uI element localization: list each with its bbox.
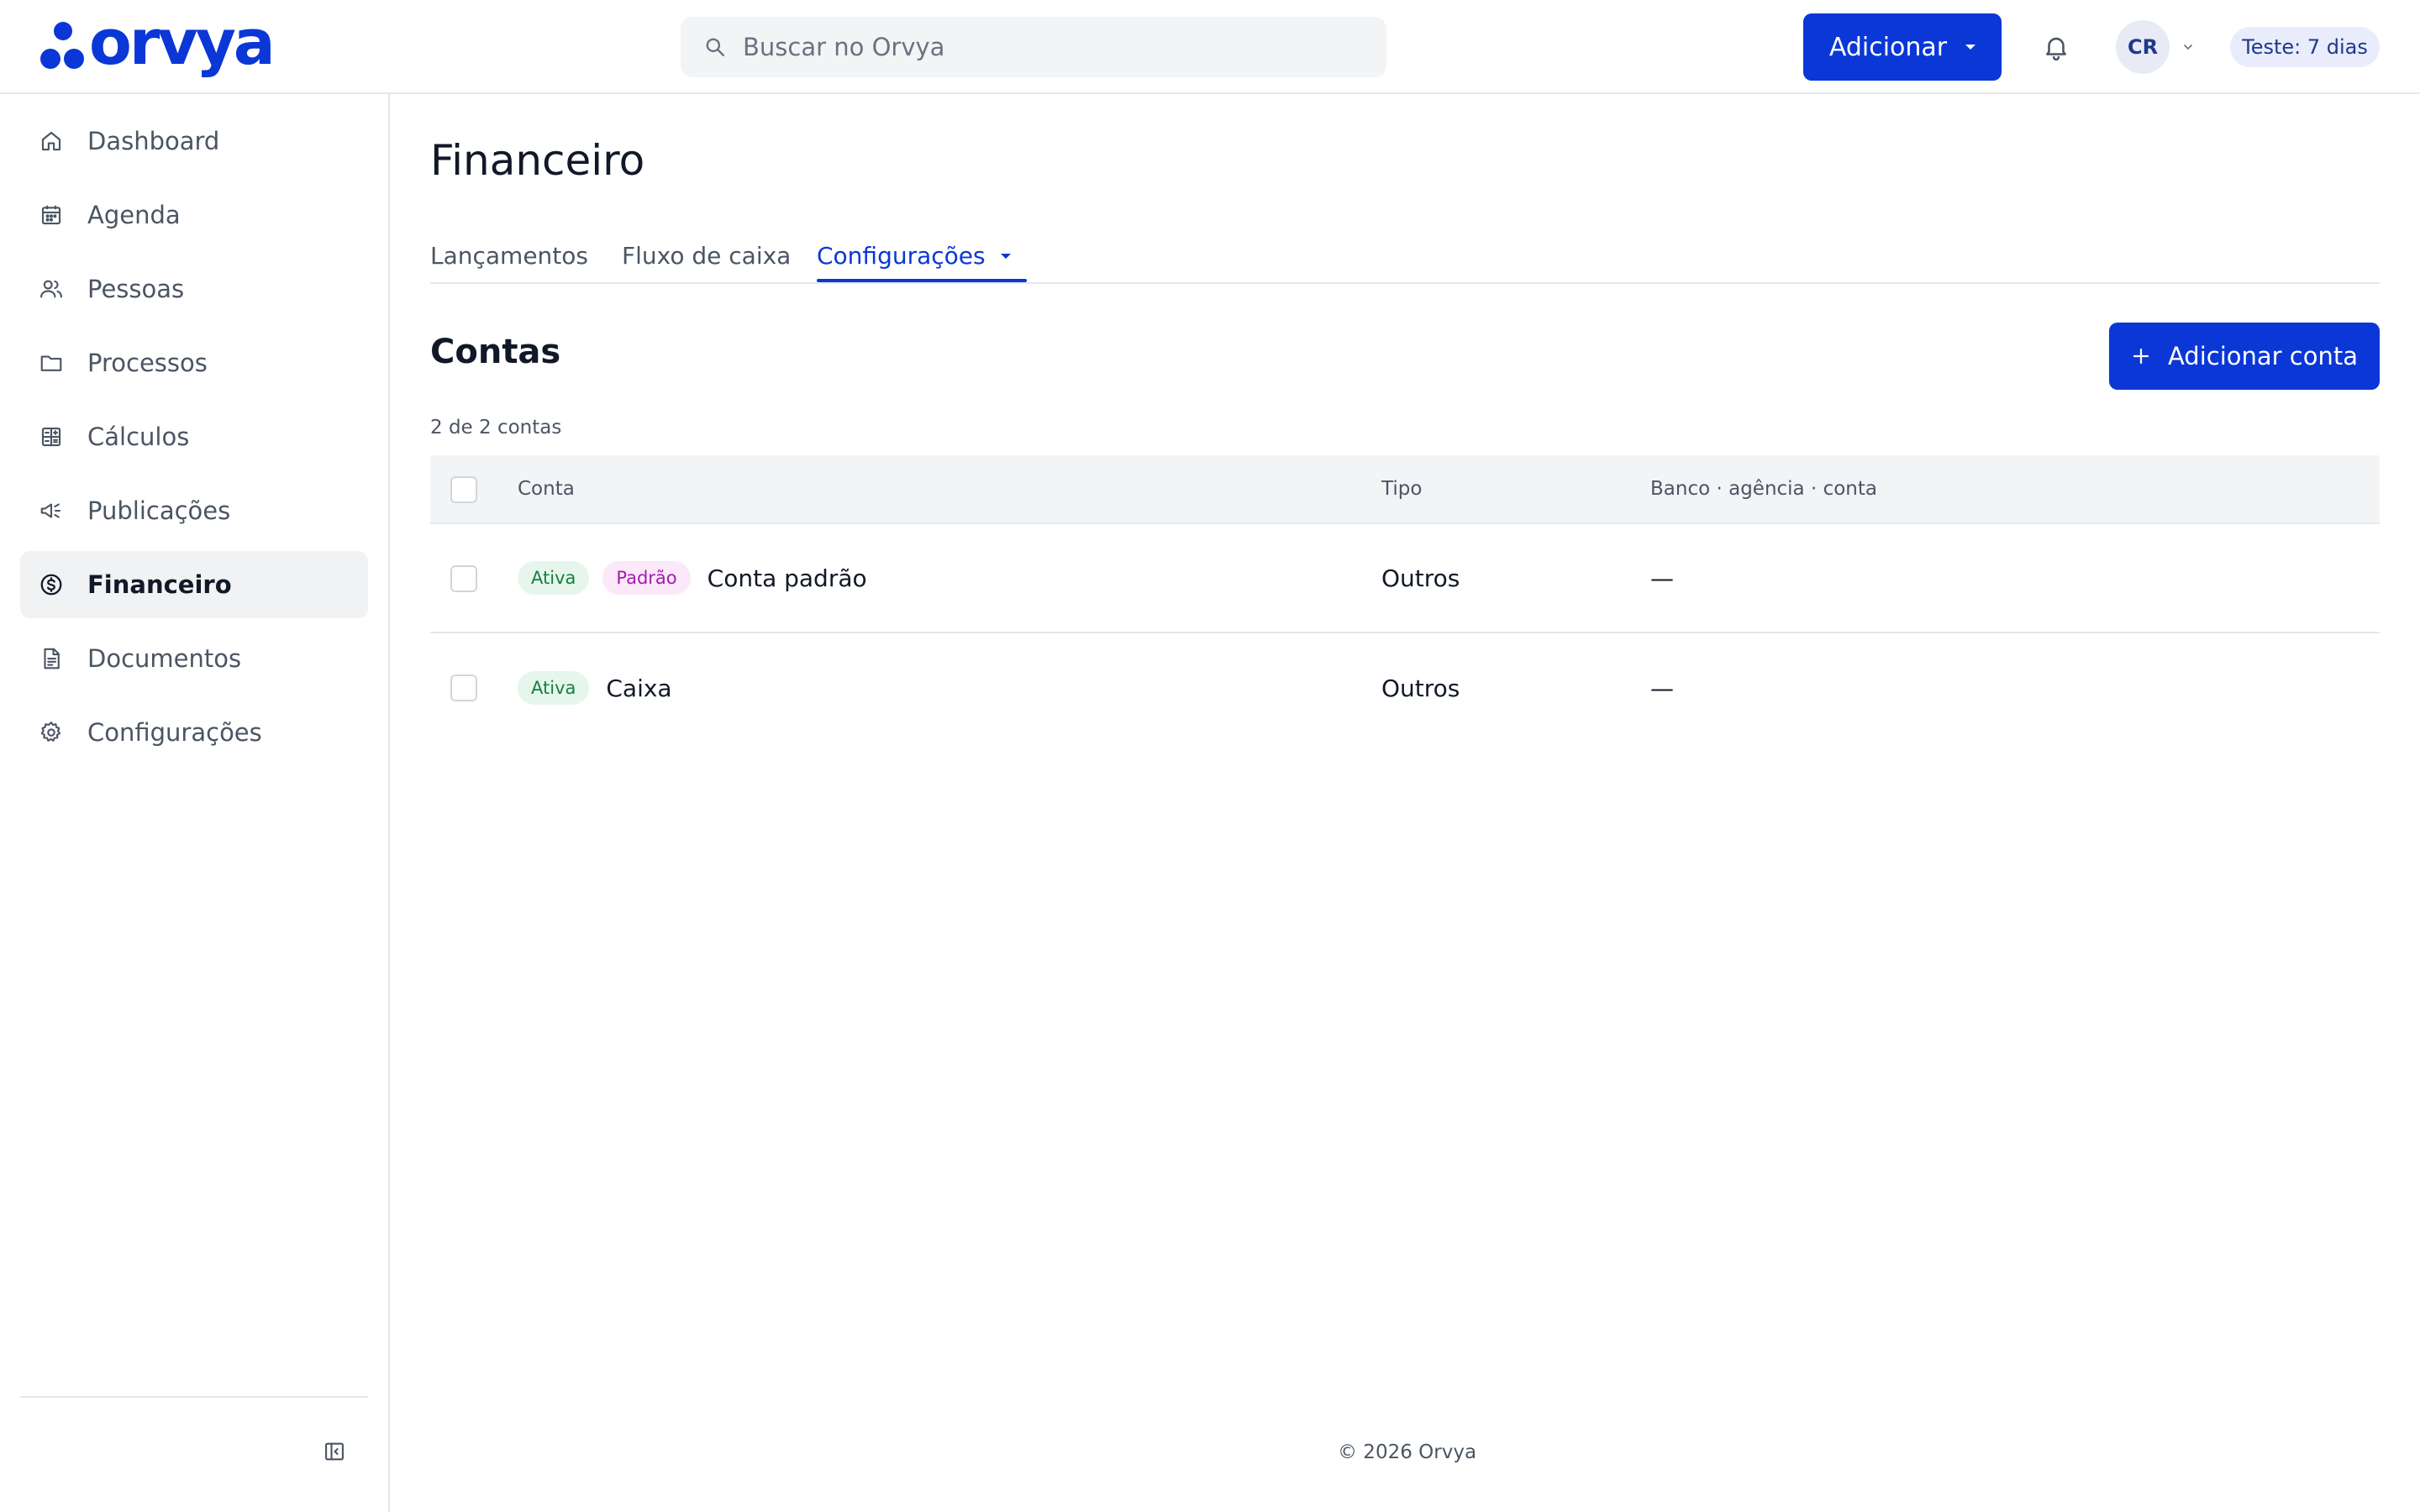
column-header-conta[interactable]: Conta — [518, 455, 575, 522]
chevron-down-icon — [1000, 253, 1011, 259]
account-bank: — — [1650, 674, 1674, 702]
tab-label: Fluxo de caixa — [622, 242, 792, 270]
default-badge: Padrão — [602, 561, 691, 595]
gear-icon — [40, 722, 61, 742]
sidebar-item-label: Financeiro — [87, 570, 232, 599]
orvya-logo[interactable]: orvya — [37, 12, 276, 77]
sidebar-item-label: Processos — [87, 349, 208, 377]
sidebar-item-label: Pessoas — [87, 275, 185, 303]
tab-label: Lançamentos — [430, 242, 589, 270]
sidebar-item-label: Cálculos — [87, 423, 190, 451]
sidebar-nav: Dashboard Agenda Pessoas Processos Cálcu… — [20, 108, 368, 773]
sidebar-item-documentos[interactable]: Documentos — [20, 625, 368, 692]
sidebar-item-configuracoes[interactable]: Configurações — [20, 699, 368, 766]
status-badge: Ativa — [518, 671, 590, 705]
account-name[interactable]: Conta padrão — [708, 564, 867, 592]
select-all-checkbox[interactable] — [450, 476, 477, 503]
chevron-down-icon — [1965, 45, 1976, 50]
account-bank: — — [1650, 564, 1674, 592]
add-button[interactable]: Adicionar — [1803, 13, 2002, 81]
calculator-icon — [41, 427, 61, 447]
sidebar-item-dashboard[interactable]: Dashboard — [20, 108, 368, 175]
row-checkbox[interactable] — [450, 675, 477, 701]
search-icon — [706, 38, 724, 56]
sidebar-item-pessoas[interactable]: Pessoas — [20, 255, 368, 323]
sidebar-item-publicacoes[interactable]: Publicações — [20, 477, 368, 544]
sidebar-item-label: Configurações — [87, 718, 262, 747]
sidebar-item-label: Dashboard — [87, 127, 220, 155]
sidebar-divider — [20, 1396, 368, 1398]
accounts-count: 2 de 2 contas — [430, 417, 562, 438]
footer-copyright: © 2026 Orvya — [1338, 1441, 1477, 1463]
sidebar-item-calculos[interactable]: Cálculos — [20, 403, 368, 470]
tab-label: Configurações — [817, 242, 986, 270]
account-cell: Ativa Caixa — [518, 633, 672, 743]
search-bar[interactable] — [681, 17, 1386, 77]
add-account-button[interactable]: Adicionar conta — [2109, 323, 2380, 390]
sidebar-item-agenda[interactable]: Agenda — [20, 181, 368, 249]
logo-mark-icon — [37, 20, 84, 74]
account-type: Outros — [1381, 674, 1460, 702]
tab-bar: Lançamentos Fluxo de caixa Configurações — [430, 232, 2380, 284]
top-bar: orvya Adicionar CR Teste: 7 dias — [0, 0, 2420, 94]
dollar-circle-icon — [40, 574, 62, 596]
main-content: Financeiro Lançamentos Fluxo de caixa Co… — [430, 94, 2380, 1512]
row-checkbox[interactable] — [450, 565, 477, 592]
calendar-icon — [41, 205, 61, 225]
trial-badge[interactable]: Teste: 7 dias — [2230, 27, 2380, 67]
page-title: Financeiro — [430, 136, 645, 185]
user-menu[interactable]: CR — [2116, 20, 2195, 74]
search-input[interactable] — [743, 33, 1331, 61]
sidebar-item-financeiro[interactable]: Financeiro — [20, 551, 368, 618]
column-header-banco[interactable]: Banco · agência · conta — [1650, 455, 1877, 522]
section-title: Contas — [430, 333, 561, 371]
account-name[interactable]: Caixa — [606, 675, 671, 702]
table-header: Conta Tipo Banco · agência · conta — [430, 455, 2380, 524]
table-row[interactable]: Ativa Padrão Conta padrão Outros — — [430, 524, 2380, 633]
tab-configuracoes[interactable]: Configurações — [817, 242, 1011, 270]
folder-icon — [40, 355, 62, 371]
sidebar-collapse-icon[interactable] — [323, 1440, 346, 1463]
sidebar: Dashboard Agenda Pessoas Processos Cálcu… — [0, 94, 390, 1512]
users-icon — [40, 280, 62, 298]
accounts-table: Conta Tipo Banco · agência · conta Ativa… — [430, 455, 2380, 743]
account-type: Outros — [1381, 564, 1460, 592]
column-header-tipo[interactable]: Tipo — [1381, 455, 1422, 522]
account-cell: Ativa Padrão Conta padrão — [518, 524, 867, 632]
avatar: CR — [2116, 20, 2170, 74]
status-badge: Ativa — [518, 561, 590, 595]
sidebar-item-processos[interactable]: Processos — [20, 329, 368, 396]
add-button-label: Adicionar — [1828, 32, 1948, 62]
sidebar-item-label: Agenda — [87, 201, 181, 229]
active-tab-indicator — [817, 279, 1027, 282]
tab-lancamentos[interactable]: Lançamentos — [430, 242, 588, 270]
document-icon — [44, 648, 60, 669]
sidebar-item-label: Publicações — [87, 496, 231, 525]
add-account-label: Adicionar conta — [2167, 342, 2359, 370]
chevron-down-icon — [2184, 45, 2192, 50]
bell-icon[interactable] — [2042, 32, 2070, 62]
table-row[interactable]: Ativa Caixa Outros — — [430, 633, 2380, 743]
sidebar-item-label: Documentos — [87, 644, 242, 673]
tab-fluxo-de-caixa[interactable]: Fluxo de caixa — [622, 242, 791, 270]
megaphone-icon — [40, 503, 61, 518]
home-icon — [41, 131, 61, 151]
plus-icon — [2133, 348, 2149, 365]
logo-wordmark: orvya — [89, 7, 276, 79]
